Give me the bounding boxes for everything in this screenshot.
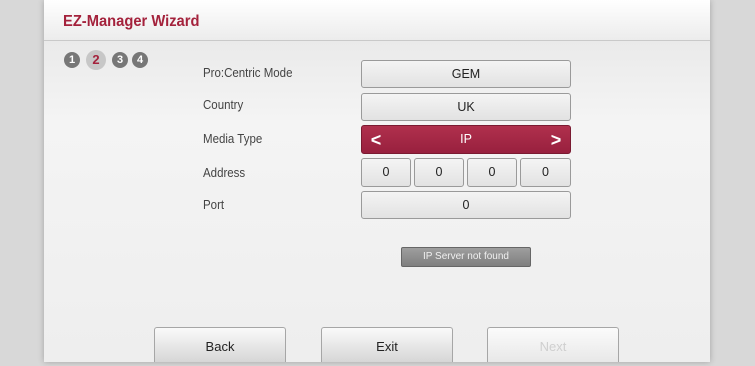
- back-button[interactable]: Back: [154, 327, 286, 362]
- address-octet-3[interactable]: 0: [467, 158, 517, 187]
- window-title: EZ-Manager Wizard: [63, 13, 200, 30]
- address-label: Address: [203, 166, 246, 180]
- exit-button[interactable]: Exit: [321, 327, 453, 362]
- media-type-label: Media Type: [203, 132, 263, 146]
- address-octet-4[interactable]: 0: [520, 158, 571, 187]
- chevron-left-icon[interactable]: <: [364, 126, 388, 153]
- procentric-mode-label: Pro:Centric Mode: [203, 66, 293, 80]
- country-label: Country: [203, 98, 244, 112]
- wizard-window: EZ-Manager Wizard 1 2 3 4 Pro:Centric Mo…: [44, 0, 710, 362]
- country-field[interactable]: UK: [361, 93, 571, 121]
- media-type-value: IP: [460, 132, 472, 146]
- address-octet-2[interactable]: 0: [414, 158, 464, 187]
- next-button[interactable]: Next: [487, 327, 619, 362]
- port-field[interactable]: 0: [361, 191, 571, 219]
- port-label: Port: [203, 198, 225, 212]
- step-4: 4: [132, 52, 148, 68]
- status-message: IP Server not found: [401, 247, 531, 267]
- step-1: 1: [64, 52, 80, 68]
- step-2-current: 2: [86, 50, 106, 70]
- chevron-right-icon[interactable]: >: [544, 126, 568, 153]
- title-bar: EZ-Manager Wizard: [44, 0, 710, 41]
- address-octet-1[interactable]: 0: [361, 158, 411, 187]
- media-type-selector[interactable]: < IP >: [361, 125, 571, 154]
- step-3: 3: [112, 52, 128, 68]
- procentric-mode-field[interactable]: GEM: [361, 60, 571, 88]
